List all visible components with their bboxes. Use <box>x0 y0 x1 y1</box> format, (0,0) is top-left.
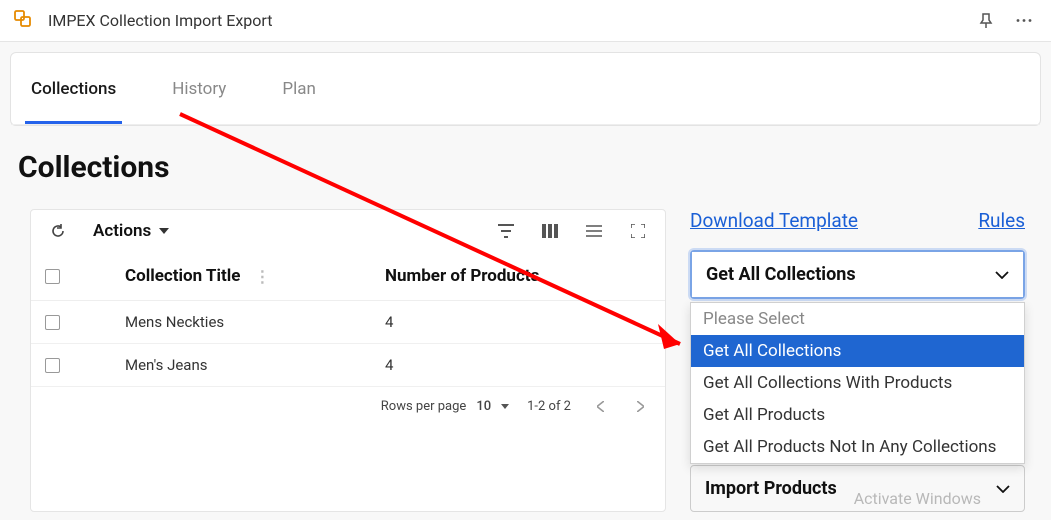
tab-plan[interactable]: Plan <box>282 53 316 124</box>
main-tabs: Collections History Plan <box>11 53 1040 125</box>
export-option[interactable]: Get All Collections <box>691 335 1024 367</box>
sidebar-panel: Download Template Rules Get All Collecti… <box>690 209 1025 512</box>
table-header-row: Collection Title⋮ Number of Products <box>31 252 665 301</box>
export-select[interactable]: Get All Collections Please Select Get Al… <box>690 250 1025 299</box>
density-icon[interactable] <box>583 220 605 242</box>
more-icon[interactable] <box>1011 8 1037 34</box>
actions-label: Actions <box>93 221 151 241</box>
title-bar: IMPEX Collection Import Export <box>0 0 1051 42</box>
pagination-range: 1-2 of 2 <box>527 399 571 414</box>
cell-title: Mens Neckties <box>125 313 385 331</box>
columns-icon[interactable] <box>539 220 561 242</box>
fullscreen-icon[interactable] <box>627 220 649 242</box>
rows-per-page-value[interactable]: 10 <box>476 399 491 414</box>
rules-link[interactable]: Rules <box>978 209 1025 232</box>
cell-number: 4 <box>385 313 393 331</box>
column-header-title[interactable]: Collection Title⋮ <box>125 266 385 286</box>
tabs-card: Collections History Plan <box>10 52 1041 126</box>
select-all-checkbox[interactable] <box>45 269 60 284</box>
import-products-label: Import Products <box>705 478 837 499</box>
table-footer: Rows per page 10 1-2 of 2 <box>31 387 665 425</box>
app-title: IMPEX Collection Import Export <box>48 11 272 30</box>
import-products-panel[interactable]: Import Products <box>690 465 1025 512</box>
tab-collections[interactable]: Collections <box>31 53 116 124</box>
download-template-link[interactable]: Download Template <box>690 209 858 232</box>
table-row: Mens Neckties 4 <box>31 301 665 344</box>
export-option[interactable]: Get All Collections With Products <box>691 367 1024 399</box>
export-option[interactable]: Get All Products Not In Any Collections <box>691 431 1024 463</box>
export-option[interactable]: Get All Products <box>691 399 1024 431</box>
export-select-value: Get All Collections <box>706 264 856 285</box>
cell-title: Men's Jeans <box>125 356 385 374</box>
pin-icon[interactable] <box>973 8 999 34</box>
table-row: Men's Jeans 4 <box>31 344 665 387</box>
column-header-number[interactable]: Number of Products <box>385 266 539 286</box>
page-title: Collections <box>18 150 1051 185</box>
prev-page-button[interactable] <box>589 395 611 417</box>
cell-number: 4 <box>385 356 393 374</box>
chevron-down-icon <box>995 271 1009 279</box>
row-checkbox[interactable] <box>45 358 60 373</box>
actions-button[interactable]: Actions <box>93 221 169 241</box>
filter-icon[interactable] <box>495 220 517 242</box>
chevron-down-icon[interactable] <box>501 404 509 409</box>
drag-handle-icon[interactable]: ⋮ <box>254 267 270 286</box>
export-option[interactable]: Please Select <box>691 303 1024 335</box>
table-toolbar: Actions <box>31 210 665 252</box>
app-icon <box>14 10 36 32</box>
next-page-button[interactable] <box>629 395 651 417</box>
refresh-icon[interactable] <box>47 220 69 242</box>
chevron-down-icon <box>996 485 1010 493</box>
export-dropdown: Please Select Get All Collections Get Al… <box>690 302 1025 464</box>
tab-history[interactable]: History <box>172 53 226 124</box>
collections-table: Actions Collection Title⋮ Number of Prod… <box>30 209 666 512</box>
row-checkbox[interactable] <box>45 315 60 330</box>
rows-per-page-label: Rows per page <box>381 399 467 414</box>
caret-down-icon <box>159 228 169 234</box>
